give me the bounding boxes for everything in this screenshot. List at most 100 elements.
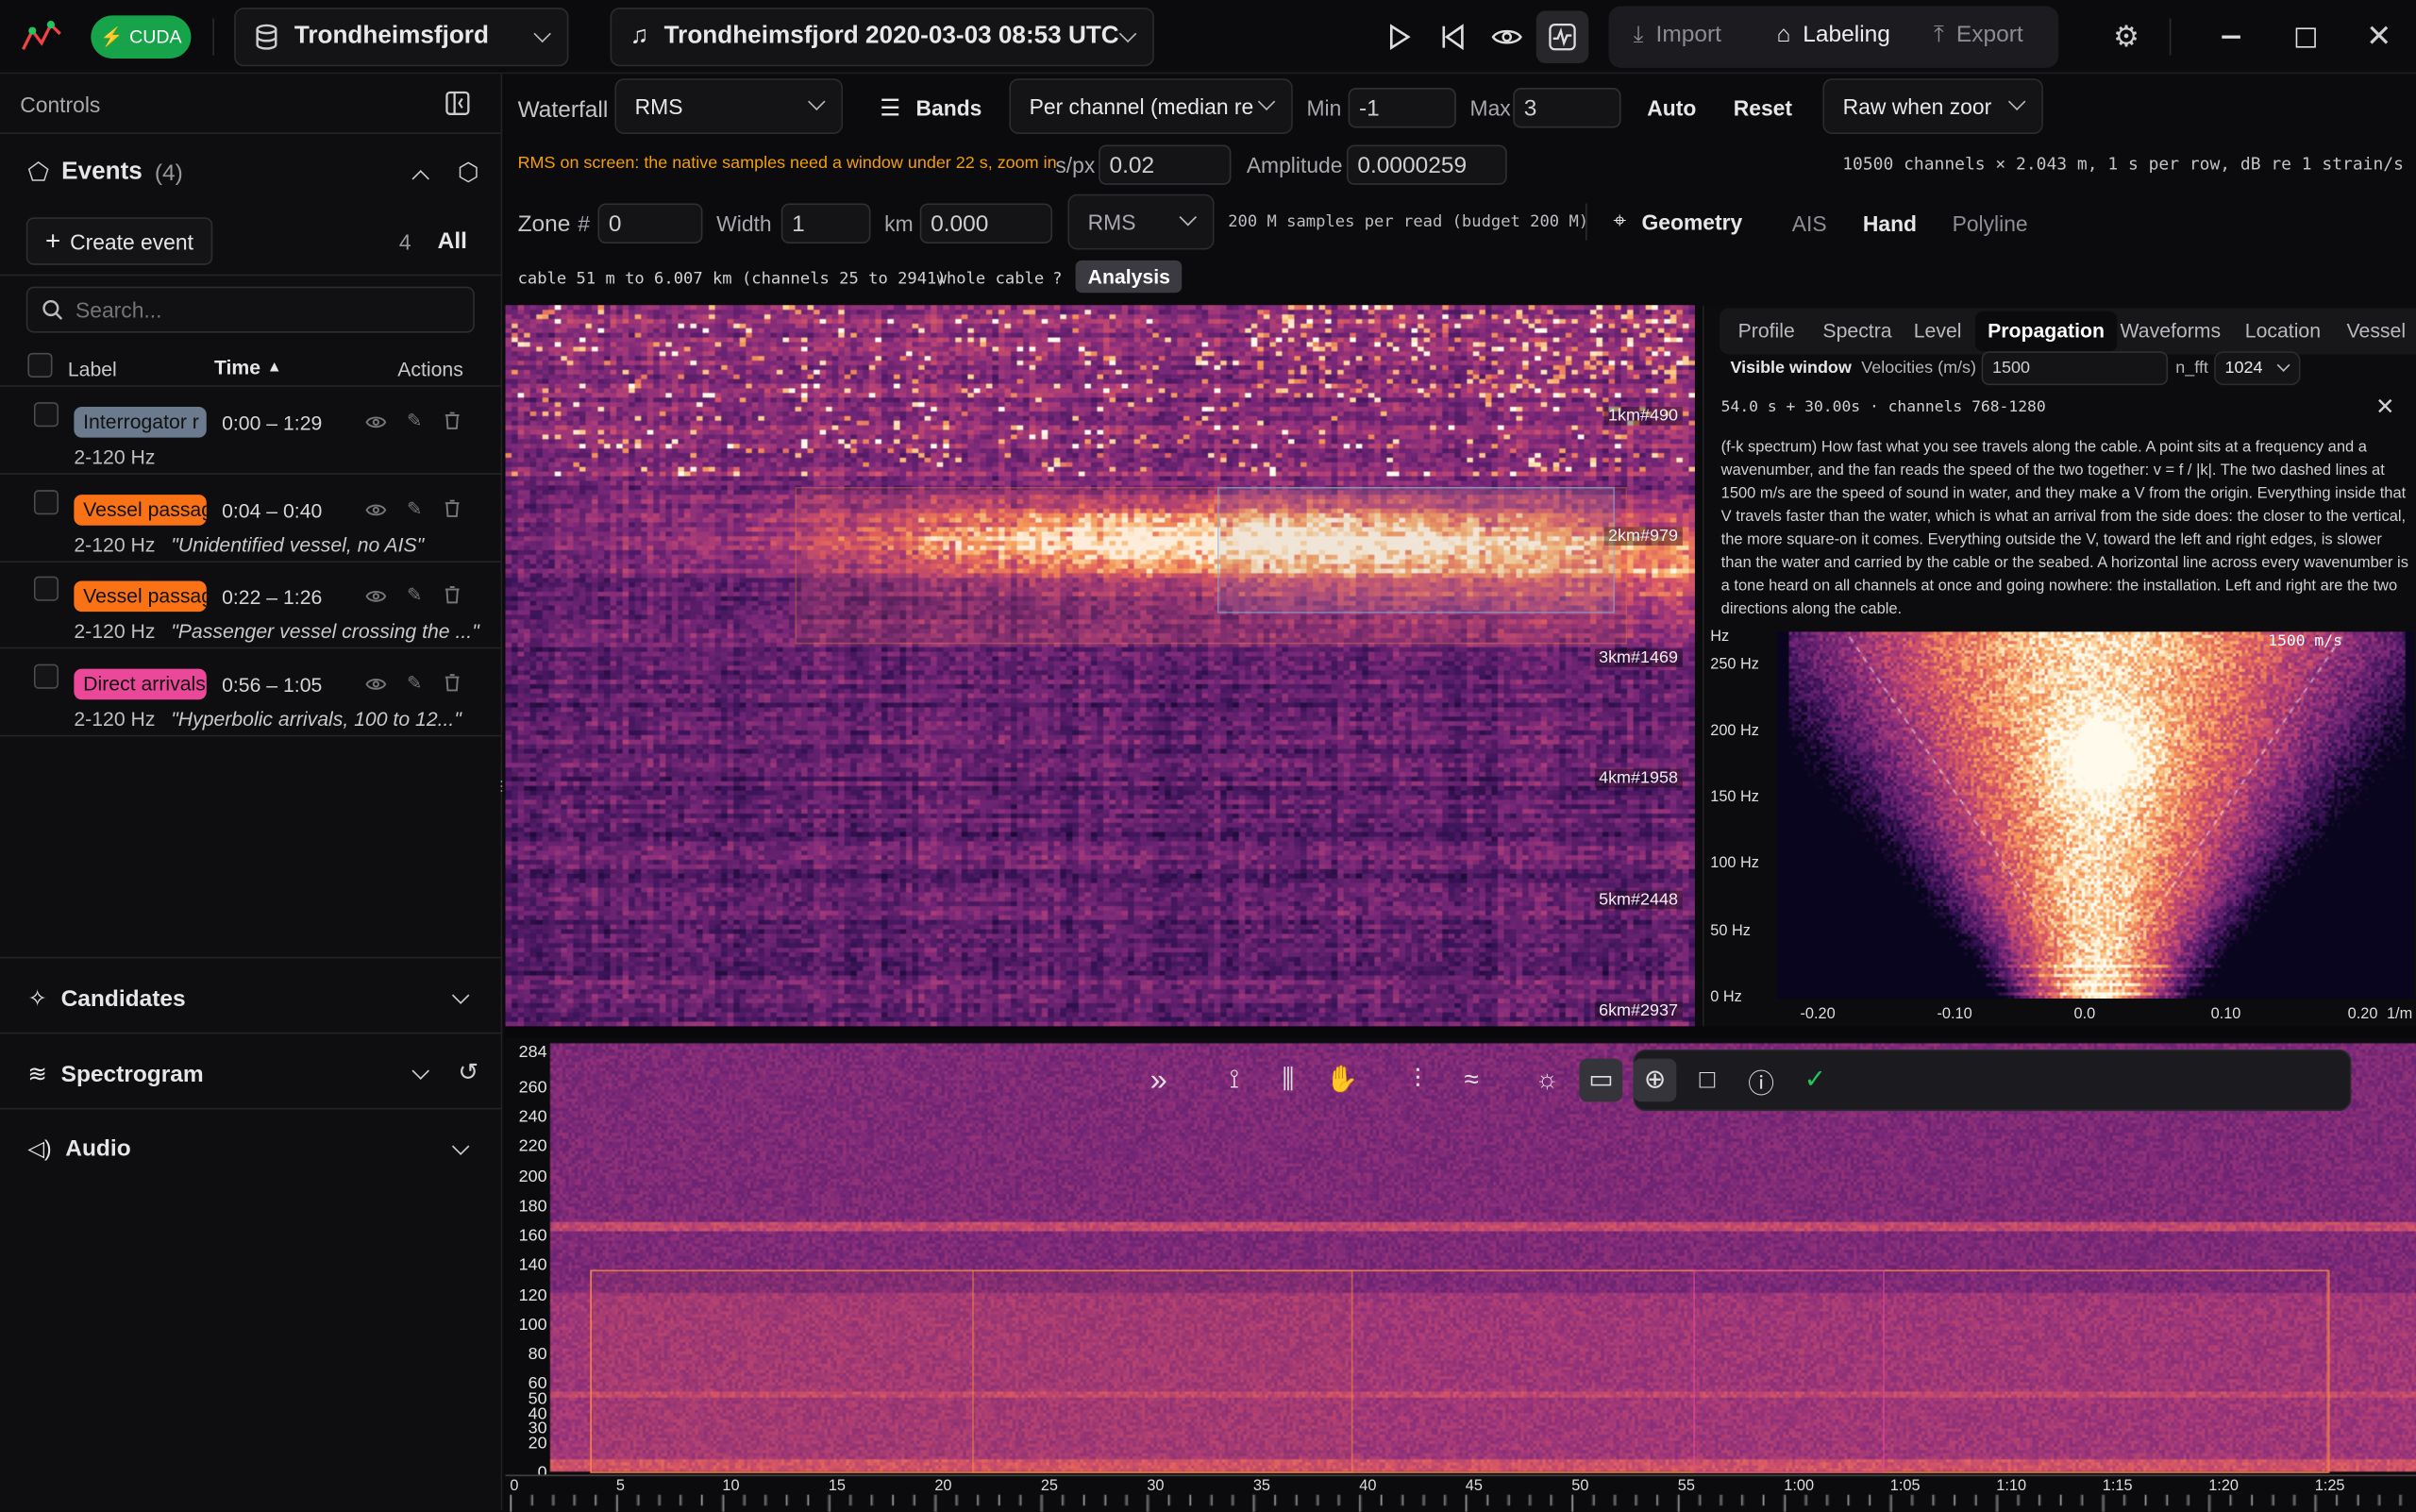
crosshair-icon[interactable]: ⊕: [1633, 1058, 1677, 1102]
labeling-button[interactable]: ⌂ Labeling: [1776, 22, 1889, 48]
event-box-direct-arrivals[interactable]: [1693, 1269, 1885, 1473]
hand-icon[interactable]: ✋: [1320, 1059, 1364, 1102]
tags-icon[interactable]: ⬡: [453, 158, 484, 189]
trash-icon[interactable]: [439, 496, 463, 521]
filter-all-button[interactable]: All: [438, 228, 467, 255]
chevron-up-icon[interactable]: [407, 160, 434, 188]
trash-icon[interactable]: [439, 582, 463, 607]
eye-icon[interactable]: [363, 584, 388, 609]
gear-icon[interactable]: ⚙: [2107, 19, 2144, 56]
nfft-select[interactable]: 1024: [2214, 351, 2301, 386]
check-icon[interactable]: ✓: [1793, 1059, 1837, 1102]
edit-icon[interactable]: ✎: [402, 496, 427, 521]
column-label[interactable]: Label: [68, 358, 117, 380]
create-event-button[interactable]: + Create event: [25, 217, 213, 265]
cuda-badge[interactable]: ⚡ CUDA: [91, 15, 192, 59]
waveform-icon[interactable]: ⫶: [1396, 1059, 1439, 1102]
waterfall-canvas[interactable]: [505, 305, 1695, 1027]
selection-box-analysis[interactable]: [1216, 486, 1616, 613]
min-input[interactable]: -1: [1348, 88, 1456, 128]
tab-location[interactable]: Location: [2233, 311, 2333, 351]
audio-header[interactable]: ◁) Audio: [27, 1135, 130, 1162]
chevron-down-icon[interactable]: [446, 984, 474, 1012]
comment-icon[interactable]: ▭: [1579, 1058, 1623, 1102]
event-label-tag[interactable]: Vessel passag: [74, 580, 207, 613]
search-box[interactable]: [25, 286, 475, 333]
close-icon[interactable]: ✕: [2372, 393, 2399, 421]
tab-vessel[interactable]: Vessel: [2334, 311, 2416, 351]
path-icon[interactable]: ⟟: [1213, 1059, 1256, 1102]
edit-icon[interactable]: ✎: [402, 582, 427, 607]
reset-button[interactable]: Reset: [1734, 95, 1792, 120]
raw-mode-select[interactable]: Raw when zoor: [1822, 78, 2043, 135]
help-button[interactable]: ?: [1052, 270, 1062, 289]
amplitude-input[interactable]: 0.0000259: [1346, 144, 1507, 185]
polyline-button[interactable]: Polyline: [1953, 211, 2028, 236]
play-icon[interactable]: [1381, 19, 1418, 56]
velocities-input[interactable]: 1500: [1981, 351, 2169, 386]
waves-icon[interactable]: ≈: [1450, 1059, 1493, 1102]
info-icon[interactable]: ⓘ: [1739, 1059, 1783, 1102]
hand-button[interactable]: Hand: [1863, 211, 1917, 236]
import-button[interactable]: ⤓ Import: [1634, 22, 1721, 48]
spectrogram-header[interactable]: ≋ Spectrogram: [27, 1060, 203, 1088]
activity-toggle-icon[interactable]: [1535, 10, 1589, 63]
tab-waveforms[interactable]: Waveforms: [2107, 311, 2233, 351]
search-input[interactable]: [75, 297, 430, 323]
normalization-select[interactable]: Per channel (median re: [1009, 78, 1293, 135]
event-checkbox[interactable]: [33, 576, 59, 601]
eye-icon[interactable]: [363, 497, 388, 522]
events-header[interactable]: ⬠ Events (4): [27, 158, 182, 189]
eye-icon[interactable]: [1488, 19, 1525, 56]
dataset-select[interactable]: Trondheimsfjord: [234, 8, 569, 67]
recording-select[interactable]: ♫ Trondheimsfjord 2020-03-03 08:53 UTC: [610, 8, 1154, 67]
width-input[interactable]: 1: [780, 203, 871, 244]
brightness-icon[interactable]: ☼: [1525, 1059, 1569, 1102]
geometry-button[interactable]: ⌖ Geometry: [1613, 208, 1742, 234]
chevron-down-icon[interactable]: [407, 1060, 434, 1087]
select-all-checkbox[interactable]: [27, 352, 53, 378]
event-label-tag[interactable]: Vessel passag: [74, 495, 207, 526]
collapse-sidebar-icon[interactable]: [444, 90, 471, 117]
close-icon[interactable]: ✕: [2360, 17, 2397, 54]
spx-input[interactable]: 0.02: [1099, 144, 1232, 185]
km-input[interactable]: 0.000: [919, 203, 1053, 244]
trash-icon[interactable]: [439, 670, 463, 695]
event-box-vessel-2[interactable]: [972, 1269, 2328, 1473]
tab-profile[interactable]: Profile: [1726, 311, 1807, 351]
maximize-icon[interactable]: [2287, 19, 2324, 56]
eye-icon[interactable]: [363, 672, 388, 697]
waterfall-plot[interactable]: 1km#490 2km#979 3km#1469 4km#1958 5km#2448 6k…: [505, 305, 1695, 1027]
square-icon[interactable]: □: [1686, 1059, 1729, 1102]
event-checkbox[interactable]: [33, 490, 59, 515]
eye-icon[interactable]: [363, 410, 388, 434]
spectrogram-divider[interactable]: [505, 1026, 2416, 1039]
edit-icon[interactable]: ✎: [402, 670, 427, 695]
fk-spectrum-canvas[interactable]: [1776, 631, 2415, 999]
event-checkbox[interactable]: [33, 664, 59, 689]
zone-input[interactable]: 0: [597, 203, 703, 244]
candidates-header[interactable]: ✧ Candidates: [27, 984, 185, 1013]
event-label-tag[interactable]: Direct arrivals: [74, 668, 207, 700]
spectrogram-plot[interactable]: 284 260 240 220 200 180 160 140 120 100 80 60 50 40 30…: [505, 1038, 2416, 1475]
tab-level[interactable]: Level: [1902, 311, 1974, 351]
sidebar-resize-handle[interactable]: ⋮: [495, 779, 509, 804]
auto-button[interactable]: Auto: [1647, 95, 1696, 120]
whole-cable-button[interactable]: whole cable: [937, 270, 1045, 289]
max-input[interactable]: 3: [1513, 88, 1621, 128]
waterfall-mode-select[interactable]: RMS: [614, 78, 844, 135]
edit-icon[interactable]: ✎: [402, 409, 427, 433]
export-button[interactable]: ⤒ Export: [1934, 22, 2023, 48]
skip-back-icon[interactable]: [1434, 19, 1471, 56]
event-label-tag[interactable]: Interrogator r: [74, 407, 207, 438]
ais-button[interactable]: AIS: [1792, 211, 1827, 236]
reset-icon[interactable]: ↺: [453, 1057, 484, 1088]
expand-icon[interactable]: »: [1137, 1059, 1181, 1102]
tab-spectra[interactable]: Spectra: [1810, 311, 1904, 351]
column-time[interactable]: Time ▲: [214, 356, 282, 378]
bands-button[interactable]: ☰ Bands: [880, 94, 982, 122]
minimize-icon[interactable]: [2212, 19, 2249, 56]
zone-mode-select[interactable]: RMS: [1067, 193, 1215, 250]
align-icon[interactable]: ⫼: [1267, 1059, 1310, 1102]
chevron-down-icon[interactable]: [446, 1135, 474, 1163]
